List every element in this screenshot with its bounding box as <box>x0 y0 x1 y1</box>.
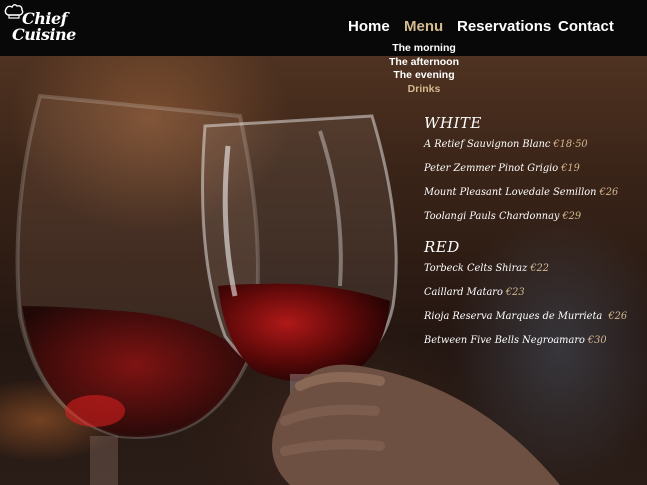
top-navbar: Chief Cuisine Home Menu Reservations Con… <box>0 0 647 56</box>
nav-home[interactable]: Home <box>348 18 390 35</box>
chief-cuisine-logo[interactable]: Chief Cuisine <box>0 0 76 56</box>
menu-item-name: Mount Pleasant Lovedale Semillon <box>424 187 597 198</box>
menu-item-name: Rioja Reserva Marques de Murrieta <box>424 311 606 322</box>
menu-item: A Retief Sauvignon Blanc €18·50 <box>424 138 644 162</box>
menu-item-price: €26 <box>599 187 619 198</box>
menu-item-price: €29 <box>562 211 582 222</box>
logo-text-cuisine: Cuisine <box>12 25 76 44</box>
dropdown-item-afternoon[interactable]: The afternoon <box>384 56 464 70</box>
menu-item-name: A Retief Sauvignon Blanc <box>424 139 551 150</box>
menu-dropdown: The morning The afternoon The evening Dr… <box>384 42 464 96</box>
section-title-white: WHITE <box>424 114 482 132</box>
menu-item-name: Caillard Mataro <box>424 287 503 298</box>
menu-item: Rioja Reserva Marques de Murrieta €26 <box>424 310 644 334</box>
chef-hat-icon <box>4 4 24 19</box>
menu-item-price: €26 <box>608 311 628 322</box>
menu-item: Between Five Bells Negroamaro €30 <box>424 334 644 358</box>
menu-item: Peter Zemmer Pinot Grigio €19 <box>424 162 644 186</box>
nav-menu[interactable]: Menu <box>404 18 443 35</box>
menu-item-price: €22 <box>530 263 550 274</box>
menu-item-price: €30 <box>587 335 607 346</box>
menu-item: Mount Pleasant Lovedale Semillon €26 <box>424 186 644 210</box>
menu-item-price: €19 <box>561 163 580 174</box>
dropdown-item-morning[interactable]: The morning <box>384 42 464 56</box>
menu-item-name: Toolangi Pauls Chardonnay <box>424 211 560 222</box>
menu-item-name: Torbeck Celts Shiraz <box>424 263 528 274</box>
menu-item-name: Peter Zemmer Pinot Grigio <box>424 163 559 174</box>
dropdown-item-drinks[interactable]: Drinks <box>384 83 464 97</box>
dropdown-item-evening[interactable]: The evening <box>384 69 464 83</box>
menu-item: Caillard Mataro €23 <box>424 286 644 310</box>
menu-item: Torbeck Celts Shiraz €22 <box>424 262 644 286</box>
menu-item-name: Between Five Bells Negroamaro <box>424 335 585 346</box>
drinks-menu: WHITE A Retief Sauvignon Blanc €18·50 Pet… <box>424 114 644 358</box>
nav-contact[interactable]: Contact <box>558 18 614 35</box>
menu-item: Toolangi Pauls Chardonnay €29 <box>424 210 644 234</box>
nav-reservations[interactable]: Reservations <box>457 18 551 35</box>
section-title-red: RED <box>424 238 460 256</box>
menu-item-price: €18·50 <box>553 139 588 150</box>
menu-item-price: €23 <box>505 287 525 298</box>
